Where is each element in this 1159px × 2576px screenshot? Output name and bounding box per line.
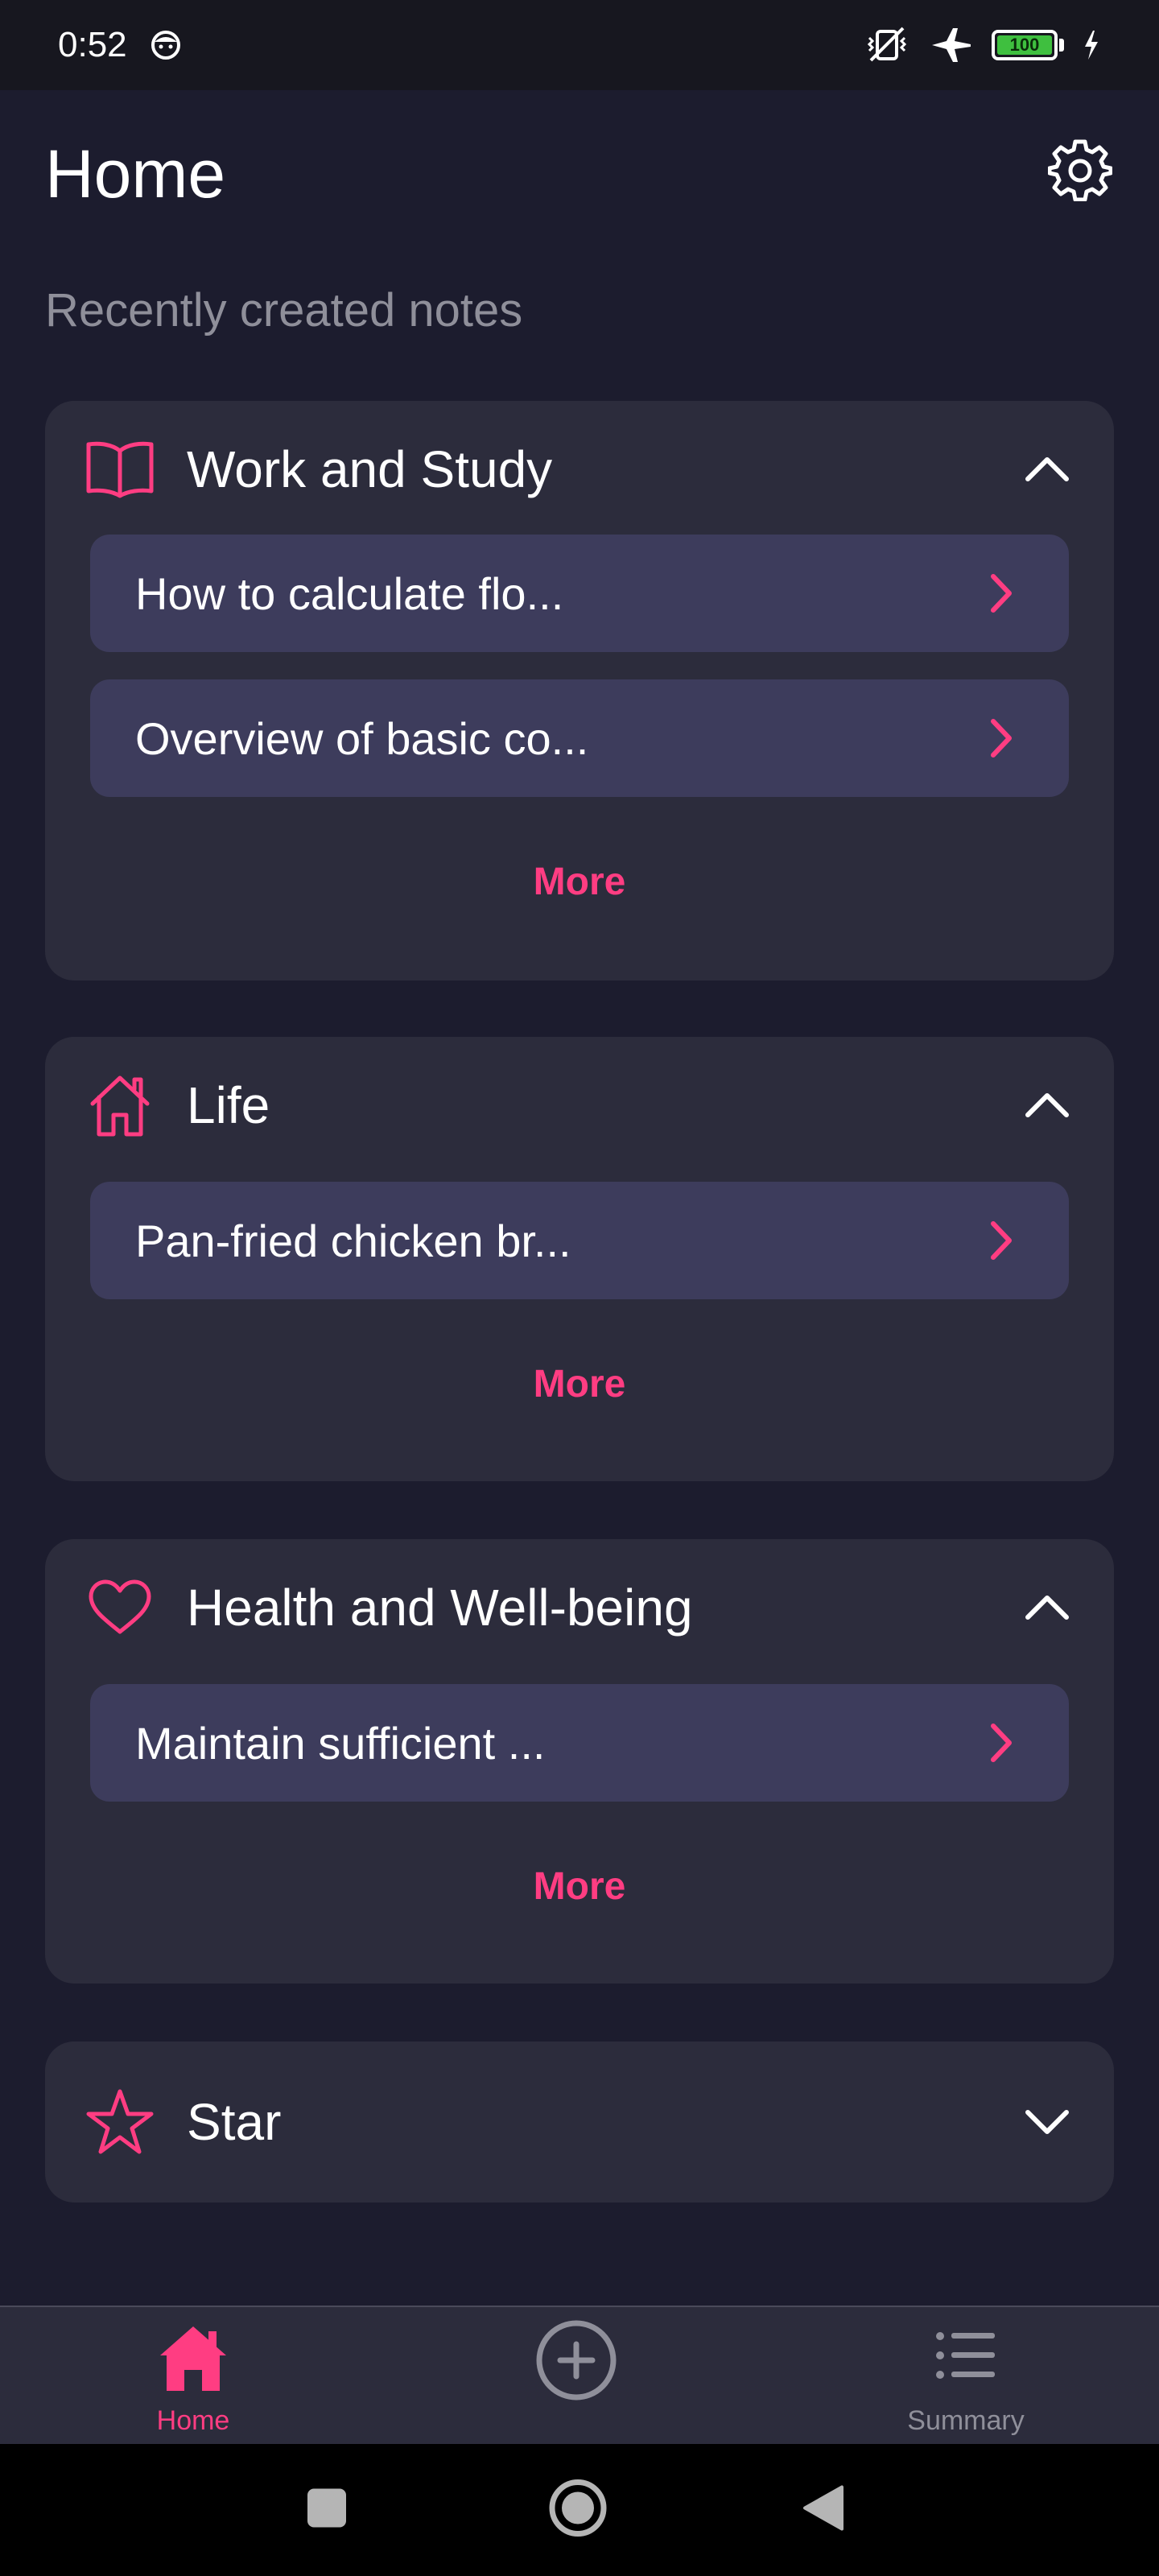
collapse-button[interactable]: [1019, 1077, 1075, 1133]
book-icon: [85, 435, 155, 504]
category-card-health-and-well-being: Health and Well-being Maintain sufficien…: [45, 1539, 1114, 1984]
nav-home[interactable]: Home: [72, 2307, 314, 2446]
note-title: Pan-fried chicken br...: [135, 1215, 571, 1266]
gear-icon: [1048, 139, 1112, 201]
airplane-mode-icon: [929, 25, 974, 65]
category-title: Work and Study: [187, 440, 553, 498]
nav-label: Summary: [907, 2405, 1025, 2436]
charging-bolt-icon: [1082, 29, 1101, 61]
square-icon: [307, 2488, 346, 2528]
battery-cap: [1059, 39, 1064, 52]
category-header[interactable]: Life: [45, 1037, 1114, 1174]
battery-indicator: 100: [992, 30, 1064, 60]
recent-apps-button[interactable]: [306, 2487, 348, 2533]
note-title: Overview of basic co...: [135, 712, 589, 764]
chevron-up-icon: [1025, 1596, 1069, 1620]
vibrate-off-icon: [863, 25, 911, 65]
notification-face-icon: [150, 29, 182, 61]
chevron-right-icon: [984, 1216, 1019, 1265]
bottom-navigation: Home Summary: [0, 2306, 1159, 2444]
more-button[interactable]: More: [45, 1348, 1114, 1420]
expand-button[interactable]: [1019, 2094, 1075, 2150]
nav-add[interactable]: [456, 2307, 697, 2446]
collapse-button[interactable]: [1019, 441, 1075, 497]
category-header[interactable]: Star: [45, 2041, 1114, 2202]
nav-summary[interactable]: Summary: [845, 2307, 1087, 2446]
status-bar: 0:52 100: [0, 0, 1159, 90]
home-filled-icon: [157, 2323, 229, 2396]
chevron-down-icon: [1025, 2110, 1069, 2134]
chevron-up-icon: [1025, 457, 1069, 481]
category-title: Star: [187, 2093, 282, 2151]
chevron-right-icon: [984, 714, 1019, 762]
app-root: 0:52 100 Home Recently created notes Wor…: [0, 0, 1159, 2576]
chevron-up-icon: [1025, 1093, 1069, 1117]
home-system-button[interactable]: [547, 2478, 608, 2543]
status-time: 0:52: [58, 25, 127, 64]
category-card-life: Life Pan-fried chicken br... More: [45, 1037, 1114, 1481]
category-header[interactable]: Health and Well-being: [45, 1539, 1114, 1676]
collapse-button[interactable]: [1019, 1579, 1075, 1636]
list-icon: [934, 2323, 998, 2392]
note-title: How to calculate flo...: [135, 568, 564, 619]
more-button[interactable]: More: [45, 845, 1114, 918]
home-icon: [85, 1071, 155, 1140]
category-card-star: Star: [45, 2041, 1114, 2202]
back-button[interactable]: [802, 2484, 847, 2537]
note-item[interactable]: How to calculate flo...: [90, 535, 1069, 652]
chevron-right-icon: [984, 569, 1019, 617]
category-title: Health and Well-being: [187, 1579, 693, 1637]
settings-button[interactable]: [1046, 135, 1114, 203]
page-title: Home: [45, 136, 226, 212]
nav-label: Home: [156, 2405, 230, 2436]
note-item[interactable]: Pan-fried chicken br...: [90, 1182, 1069, 1299]
section-subtitle: Recently created notes: [45, 284, 523, 336]
category-header[interactable]: Work and Study: [45, 401, 1114, 538]
battery-level: 100: [997, 35, 1052, 55]
battery-body: 100: [992, 30, 1058, 60]
note-item[interactable]: Maintain sufficient ...: [90, 1684, 1069, 1802]
status-right: 100: [863, 25, 1101, 65]
back-triangle-icon: [803, 2485, 843, 2531]
status-left: 0:52: [58, 25, 182, 65]
circle-icon: [549, 2479, 607, 2537]
more-button[interactable]: More: [45, 1850, 1114, 1922]
note-title: Maintain sufficient ...: [135, 1717, 546, 1769]
heart-icon: [85, 1573, 155, 1642]
chevron-right-icon: [984, 1719, 1019, 1767]
add-circle-icon: [534, 2318, 618, 2406]
star-icon: [85, 2087, 155, 2157]
category-card-work-and-study: Work and Study How to calculate flo... O…: [45, 401, 1114, 980]
category-title: Life: [187, 1076, 270, 1134]
note-item[interactable]: Overview of basic co...: [90, 679, 1069, 797]
system-navigation-bar: [0, 2444, 1159, 2576]
